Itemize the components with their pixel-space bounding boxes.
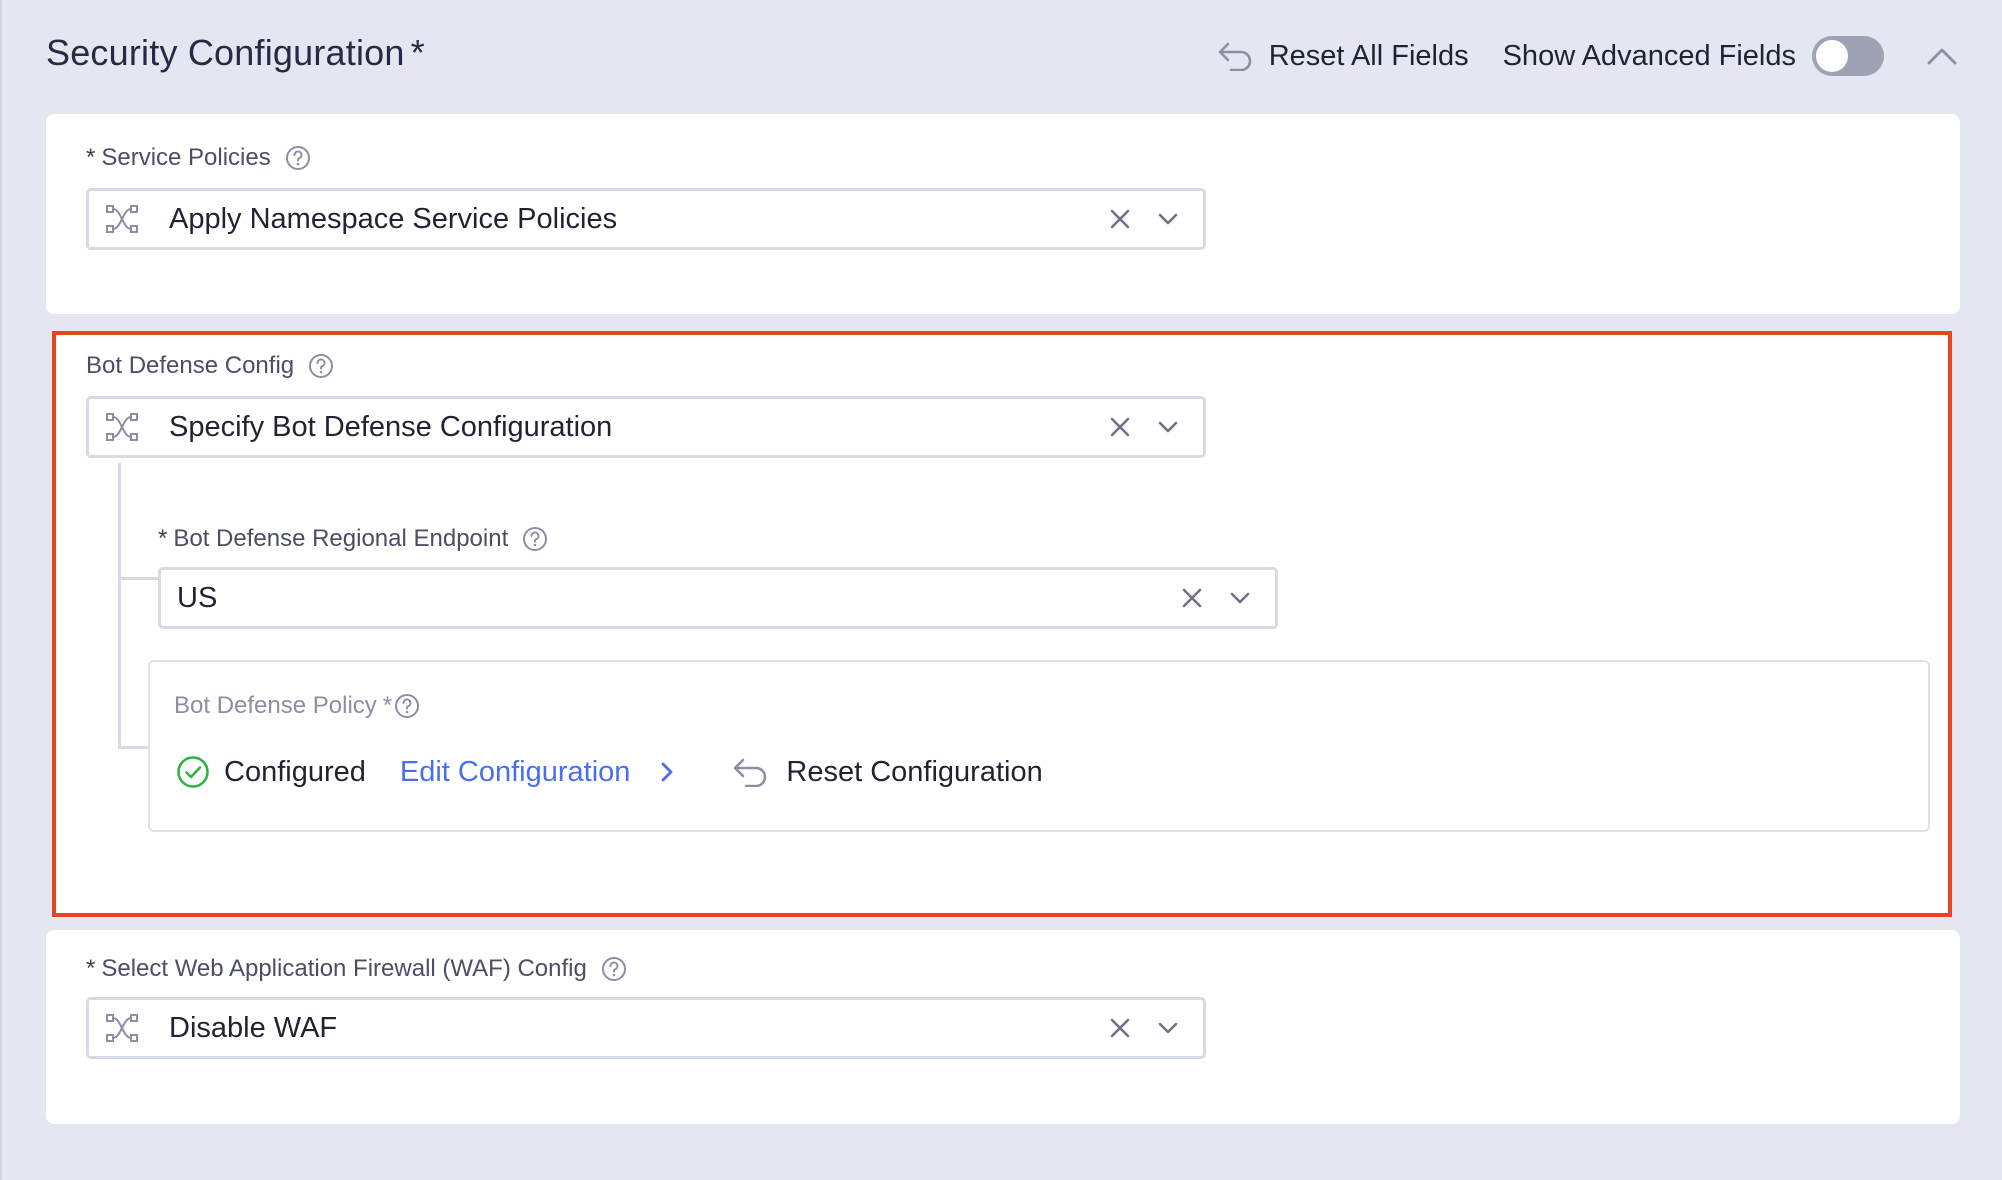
- reset-all-label: Reset All Fields: [1268, 39, 1469, 72]
- regional-endpoint-label-text: Bot Defense Regional Endpoint: [173, 525, 509, 552]
- reset-configuration-label: Reset Configuration: [786, 755, 1043, 788]
- help-icon[interactable]: [601, 956, 627, 982]
- choice-icon: [105, 410, 139, 444]
- waf-select[interactable]: Disable WAF: [86, 997, 1206, 1059]
- bot-defense-policy-label: Bot Defense Policy *: [174, 692, 420, 720]
- clear-icon[interactable]: [1105, 412, 1135, 442]
- required-mark: *: [86, 144, 96, 171]
- clear-icon[interactable]: [1105, 204, 1135, 234]
- clear-icon[interactable]: [1105, 1013, 1135, 1043]
- select-value: US: [177, 581, 218, 614]
- required-mark: *: [382, 692, 393, 719]
- service-policies-label: * Service Policies: [86, 144, 311, 172]
- reset-configuration-button[interactable]: Reset Configuration: [732, 755, 1043, 789]
- select-value: Disable WAF: [169, 1011, 338, 1044]
- security-config-panel: Security Configuration * Reset All Fields…: [0, 0, 2002, 1180]
- regional-endpoint-select[interactable]: US: [158, 567, 1278, 629]
- title-text: Security Configuration: [46, 32, 405, 73]
- required-mark: *: [86, 955, 96, 982]
- reset-all-fields-button[interactable]: Reset All Fields: [1217, 40, 1469, 73]
- help-icon[interactable]: [394, 693, 420, 719]
- choice-icon: [105, 202, 139, 236]
- edit-configuration-link[interactable]: Edit Configuration: [400, 756, 675, 789]
- status-text: Configured: [224, 755, 366, 788]
- clear-icon[interactable]: [1177, 583, 1207, 613]
- show-advanced-toggle[interactable]: [1812, 36, 1884, 76]
- tree-connector: [118, 746, 148, 749]
- tree-connector: [118, 577, 158, 580]
- toggle-knob: [1816, 40, 1848, 72]
- undo-icon: [1218, 42, 1252, 71]
- service-policies-label-text: Service Policies: [101, 144, 271, 171]
- bot-defense-config-select[interactable]: Specify Bot Defense Configuration: [86, 396, 1206, 458]
- chevron-right-icon: [660, 761, 674, 783]
- check-circle-icon: [177, 756, 209, 788]
- help-icon[interactable]: [522, 526, 548, 552]
- chevron-down-icon[interactable]: [1225, 583, 1255, 613]
- select-value: Specify Bot Defense Configuration: [169, 410, 613, 443]
- edit-configuration-label: Edit Configuration: [399, 755, 631, 788]
- chevron-down-icon[interactable]: [1153, 412, 1183, 442]
- regional-endpoint-label: * Bot Defense Regional Endpoint: [158, 525, 548, 553]
- undo-icon: [734, 758, 767, 787]
- chevron-up-icon: [1927, 48, 1957, 65]
- header-actions: Reset All Fields Show Advanced Fields: [1217, 32, 1962, 80]
- title-required-mark: *: [410, 32, 425, 73]
- help-icon[interactable]: [285, 145, 311, 171]
- panel-header: Security Configuration * Reset All Fields…: [46, 28, 1962, 84]
- bot-defense-policy-actions: Configured Edit Configuration Reset Conf…: [176, 750, 1043, 794]
- configured-status: Configured: [176, 755, 366, 789]
- service-policies-select[interactable]: Apply Namespace Service Policies: [86, 188, 1206, 250]
- bot-defense-config-label-text: Bot Defense Config: [86, 352, 295, 379]
- show-advanced-label: Show Advanced Fields: [1502, 39, 1796, 72]
- chevron-down-icon[interactable]: [1153, 204, 1183, 234]
- waf-label: * Select Web Application Firewall (WAF) …: [86, 955, 627, 983]
- collapse-button[interactable]: [1922, 36, 1962, 76]
- waf-label-text: Select Web Application Firewall (WAF) Co…: [101, 955, 587, 982]
- required-mark: *: [158, 525, 168, 552]
- select-value: Apply Namespace Service Policies: [169, 202, 618, 235]
- choice-icon: [105, 1011, 139, 1045]
- bot-defense-policy-label-text: Bot Defense Policy: [174, 692, 377, 719]
- bot-defense-policy-box: Bot Defense Policy * Configured Edit Con…: [148, 660, 1930, 832]
- chevron-down-icon[interactable]: [1153, 1013, 1183, 1043]
- page-title: Security Configuration *: [46, 32, 425, 74]
- bot-defense-config-label: Bot Defense Config: [86, 352, 334, 380]
- help-icon[interactable]: [308, 353, 334, 379]
- tree-connector: [118, 463, 121, 749]
